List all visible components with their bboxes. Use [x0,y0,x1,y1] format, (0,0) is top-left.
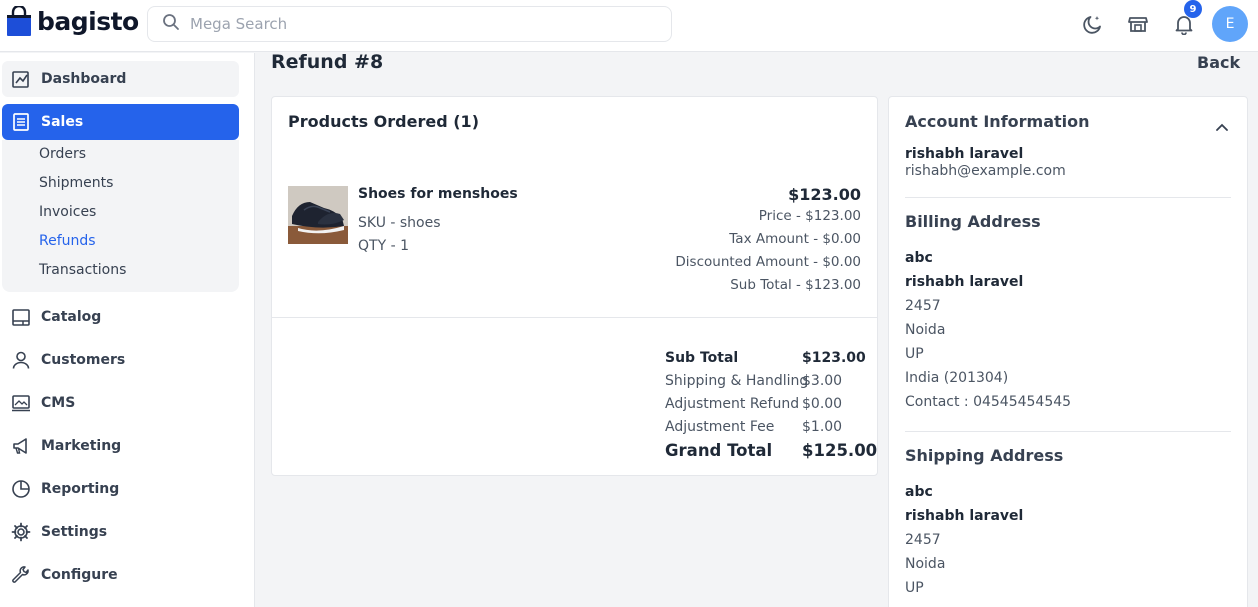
product-tax-amount: Tax Amount - $0.00 [729,231,861,247]
sidebar-item-label: Sales [41,114,84,130]
products-ordered-title: Products Ordered (1) [288,112,479,131]
customer-info-card: Account Information rishabh laravel rish… [888,96,1248,607]
sidebar-item-settings[interactable]: Settings [2,514,239,550]
sidebar-item-label: Customers [41,352,126,368]
summary-value-grand-total: $125.00 [802,441,878,460]
shipping-address-title: Shipping Address [905,446,1064,465]
product-qty: QTY - 1 [358,238,409,254]
product-sku: SKU - shoes [358,215,441,231]
sidebar-item-reporting[interactable]: Reporting [2,471,239,507]
configure-wrench-icon [10,564,32,586]
cms-icon [10,392,32,414]
sidebar-item-cms[interactable]: CMS [2,385,239,421]
notification-badge: 9 [1184,0,1202,18]
submenu-item-orders[interactable]: Orders [39,146,86,162]
divider [905,431,1231,432]
reporting-pie-icon [10,478,32,500]
sidebar-item-label: Marketing [41,438,122,454]
sidebar-item-customers[interactable]: Customers [2,342,239,378]
billing-line: Noida [905,322,946,338]
sidebar-item-dashboard[interactable]: Dashboard [2,61,239,97]
catalog-icon [10,306,32,328]
shipping-line: 2457 [905,532,941,548]
sidebar-item-label: Dashboard [41,71,127,87]
product-sub-total: Sub Total - $123.00 [730,277,861,293]
submenu-item-transactions[interactable]: Transactions [39,262,126,278]
account-information-title: Account Information [905,112,1090,131]
sidebar-item-label: Catalog [41,309,102,325]
product-image[interactable] [288,186,348,244]
submenu-item-invoices[interactable]: Invoices [39,204,96,220]
sidebar-item-label: Configure [41,567,118,583]
billing-line: abc [905,250,933,266]
account-name: rishabh laravel [905,146,1024,162]
avatar[interactable]: E [1212,6,1248,42]
summary-label-adjustment-refund: Adjustment Refund [665,396,800,412]
sidebar-item-configure[interactable]: Configure [2,557,239,593]
summary-label-grand-total: Grand Total [665,441,773,460]
bag-logo-icon [6,4,32,36]
customers-icon [10,349,32,371]
settings-gear-icon [10,521,32,543]
product-discount-amount: Discounted Amount - $0.00 [675,254,861,270]
sidebar: Dashboard Sales Orders Shipments Invoice… [0,53,255,607]
page-title: Refund #8 [271,51,384,73]
divider [905,197,1231,198]
sidebar-item-label: CMS [41,395,76,411]
account-email: rishabh@example.com [905,163,1066,179]
marketing-megaphone-icon [10,435,32,457]
sidebar-item-marketing[interactable]: Marketing [2,428,239,464]
summary-value-adjustment-fee: $1.00 [802,419,843,435]
shipping-line: rishabh laravel [905,508,1024,524]
submenu-item-shipments[interactable]: Shipments [39,175,113,191]
divider [272,317,877,318]
sales-icon [10,111,32,133]
logo-text: bagisto [37,6,139,36]
mega-search[interactable] [147,6,672,42]
billing-contact: Contact : 04545454545 [905,394,1072,410]
sidebar-item-label: Settings [41,524,108,540]
shipping-line: UP [905,580,924,596]
billing-address-title: Billing Address [905,212,1041,231]
billing-line: 2457 [905,298,941,314]
sidebar-item-catalog[interactable]: Catalog [2,299,239,335]
logo[interactable]: bagisto [6,4,139,36]
summary-label-subtotal: Sub Total [665,350,739,366]
top-header: bagisto 9 E [0,0,1258,52]
summary-label-shipping: Shipping & Handling [665,373,809,389]
submenu-item-refunds[interactable]: Refunds [39,233,96,249]
billing-line: UP [905,346,924,362]
billing-line: rishabh laravel [905,274,1024,290]
summary-value-adjustment-refund: $0.00 [802,396,843,412]
billing-line: India (201304) [905,370,1009,386]
sidebar-item-label: Reporting [41,481,120,497]
dashboard-icon [10,68,32,90]
storefront-icon[interactable] [1126,12,1150,36]
products-ordered-card: Products Ordered (1) Shoes for menshoes … [271,96,878,476]
product-price: Price - $123.00 [758,208,861,224]
product-price-total: $123.00 [788,185,861,204]
summary-label-adjustment-fee: Adjustment Fee [665,419,775,435]
back-button[interactable]: Back [1197,53,1240,72]
product-name[interactable]: Shoes for menshoes [358,186,518,202]
shipping-line: abc [905,484,933,500]
search-input[interactable] [190,15,650,33]
shipping-line: Noida [905,556,946,572]
summary-value-subtotal: $123.00 [802,350,866,366]
sidebar-item-sales[interactable]: Sales [2,104,239,140]
summary-value-shipping: $3.00 [802,373,843,389]
dark-mode-icon[interactable] [1081,12,1105,36]
search-icon [162,13,180,35]
chevron-up-icon[interactable] [1215,117,1229,136]
